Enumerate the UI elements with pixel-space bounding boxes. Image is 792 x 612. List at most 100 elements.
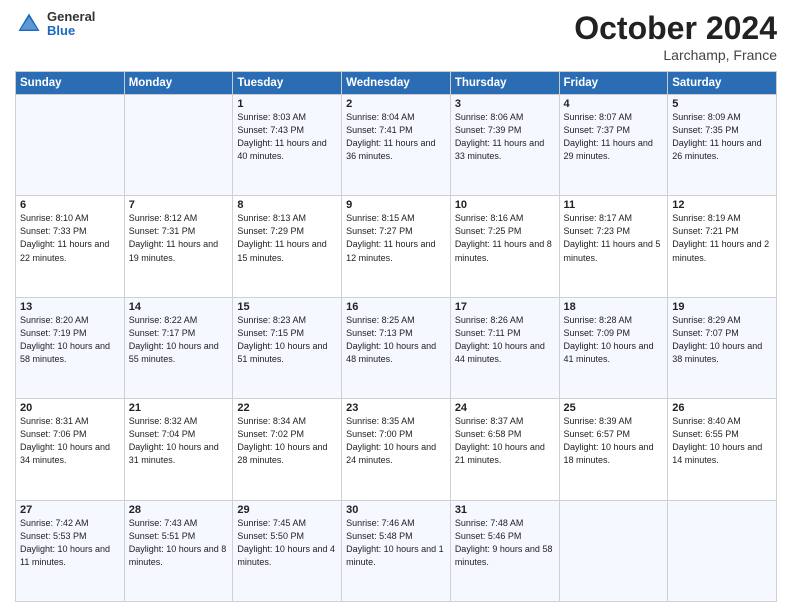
day-info: Sunrise: 8:37 AM Sunset: 6:58 PM Dayligh… [455,415,555,467]
calendar-day-6: 6Sunrise: 8:10 AM Sunset: 7:33 PM Daylig… [16,196,125,297]
calendar-day-21: 21Sunrise: 8:32 AM Sunset: 7:04 PM Dayli… [124,399,233,500]
calendar-day-15: 15Sunrise: 8:23 AM Sunset: 7:15 PM Dayli… [233,297,342,398]
day-number: 15 [237,301,337,313]
day-info: Sunrise: 8:06 AM Sunset: 7:39 PM Dayligh… [455,111,555,163]
day-info: Sunrise: 8:28 AM Sunset: 7:09 PM Dayligh… [564,314,664,366]
calendar-day-17: 17Sunrise: 8:26 AM Sunset: 7:11 PM Dayli… [450,297,559,398]
day-number: 9 [346,199,446,211]
day-info: Sunrise: 8:39 AM Sunset: 6:57 PM Dayligh… [564,415,664,467]
day-info: Sunrise: 8:35 AM Sunset: 7:00 PM Dayligh… [346,415,446,467]
calendar-day-11: 11Sunrise: 8:17 AM Sunset: 7:23 PM Dayli… [559,196,668,297]
calendar-day-31: 31Sunrise: 7:48 AM Sunset: 5:46 PM Dayli… [450,500,559,601]
day-number: 1 [237,98,337,110]
day-info: Sunrise: 8:25 AM Sunset: 7:13 PM Dayligh… [346,314,446,366]
day-number: 6 [20,199,120,211]
day-info: Sunrise: 7:46 AM Sunset: 5:48 PM Dayligh… [346,517,446,569]
calendar-day-10: 10Sunrise: 8:16 AM Sunset: 7:25 PM Dayli… [450,196,559,297]
day-info: Sunrise: 8:17 AM Sunset: 7:23 PM Dayligh… [564,212,664,264]
calendar-day-3: 3Sunrise: 8:06 AM Sunset: 7:39 PM Daylig… [450,95,559,196]
day-info: Sunrise: 8:34 AM Sunset: 7:02 PM Dayligh… [237,415,337,467]
day-info: Sunrise: 8:13 AM Sunset: 7:29 PM Dayligh… [237,212,337,264]
calendar-day-23: 23Sunrise: 8:35 AM Sunset: 7:00 PM Dayli… [342,399,451,500]
day-info: Sunrise: 8:23 AM Sunset: 7:15 PM Dayligh… [237,314,337,366]
calendar-header-row: SundayMondayTuesdayWednesdayThursdayFrid… [16,72,777,95]
day-header-wednesday: Wednesday [342,72,451,95]
day-info: Sunrise: 8:16 AM Sunset: 7:25 PM Dayligh… [455,212,555,264]
location: Larchamp, France [574,47,777,63]
day-number: 14 [129,301,229,313]
logo-blue-text: Blue [47,24,95,38]
day-number: 23 [346,402,446,414]
calendar-day-5: 5Sunrise: 8:09 AM Sunset: 7:35 PM Daylig… [668,95,777,196]
day-header-monday: Monday [124,72,233,95]
calendar-day-1: 1Sunrise: 8:03 AM Sunset: 7:43 PM Daylig… [233,95,342,196]
calendar-day-8: 8Sunrise: 8:13 AM Sunset: 7:29 PM Daylig… [233,196,342,297]
calendar-day-7: 7Sunrise: 8:12 AM Sunset: 7:31 PM Daylig… [124,196,233,297]
day-number: 16 [346,301,446,313]
calendar-day-12: 12Sunrise: 8:19 AM Sunset: 7:21 PM Dayli… [668,196,777,297]
logo: General Blue [15,10,95,39]
calendar-table: SundayMondayTuesdayWednesdayThursdayFrid… [15,71,777,602]
calendar-day-28: 28Sunrise: 7:43 AM Sunset: 5:51 PM Dayli… [124,500,233,601]
day-info: Sunrise: 7:43 AM Sunset: 5:51 PM Dayligh… [129,517,229,569]
page-header: General Blue October 2024 Larchamp, Fran… [15,10,777,63]
calendar-day-18: 18Sunrise: 8:28 AM Sunset: 7:09 PM Dayli… [559,297,668,398]
day-number: 11 [564,199,664,211]
calendar-day-14: 14Sunrise: 8:22 AM Sunset: 7:17 PM Dayli… [124,297,233,398]
day-info: Sunrise: 8:03 AM Sunset: 7:43 PM Dayligh… [237,111,337,163]
day-number: 5 [672,98,772,110]
calendar-day-22: 22Sunrise: 8:34 AM Sunset: 7:02 PM Dayli… [233,399,342,500]
calendar-empty-cell [124,95,233,196]
day-info: Sunrise: 8:29 AM Sunset: 7:07 PM Dayligh… [672,314,772,366]
day-number: 7 [129,199,229,211]
calendar-day-24: 24Sunrise: 8:37 AM Sunset: 6:58 PM Dayli… [450,399,559,500]
day-info: Sunrise: 8:19 AM Sunset: 7:21 PM Dayligh… [672,212,772,264]
day-number: 13 [20,301,120,313]
day-info: Sunrise: 7:48 AM Sunset: 5:46 PM Dayligh… [455,517,555,569]
calendar-day-4: 4Sunrise: 8:07 AM Sunset: 7:37 PM Daylig… [559,95,668,196]
calendar-day-30: 30Sunrise: 7:46 AM Sunset: 5:48 PM Dayli… [342,500,451,601]
calendar-day-13: 13Sunrise: 8:20 AM Sunset: 7:19 PM Dayli… [16,297,125,398]
day-number: 24 [455,402,555,414]
calendar-day-29: 29Sunrise: 7:45 AM Sunset: 5:50 PM Dayli… [233,500,342,601]
day-number: 28 [129,504,229,516]
logo-general-text: General [47,10,95,24]
day-number: 21 [129,402,229,414]
day-info: Sunrise: 8:40 AM Sunset: 6:55 PM Dayligh… [672,415,772,467]
day-info: Sunrise: 8:31 AM Sunset: 7:06 PM Dayligh… [20,415,120,467]
day-info: Sunrise: 8:04 AM Sunset: 7:41 PM Dayligh… [346,111,446,163]
day-number: 20 [20,402,120,414]
calendar-week-row: 6Sunrise: 8:10 AM Sunset: 7:33 PM Daylig… [16,196,777,297]
day-number: 26 [672,402,772,414]
calendar-day-9: 9Sunrise: 8:15 AM Sunset: 7:27 PM Daylig… [342,196,451,297]
calendar-week-row: 20Sunrise: 8:31 AM Sunset: 7:06 PM Dayli… [16,399,777,500]
calendar-week-row: 1Sunrise: 8:03 AM Sunset: 7:43 PM Daylig… [16,95,777,196]
calendar-day-2: 2Sunrise: 8:04 AM Sunset: 7:41 PM Daylig… [342,95,451,196]
day-number: 8 [237,199,337,211]
day-info: Sunrise: 8:22 AM Sunset: 7:17 PM Dayligh… [129,314,229,366]
day-info: Sunrise: 8:09 AM Sunset: 7:35 PM Dayligh… [672,111,772,163]
day-info: Sunrise: 8:15 AM Sunset: 7:27 PM Dayligh… [346,212,446,264]
day-number: 31 [455,504,555,516]
day-info: Sunrise: 7:45 AM Sunset: 5:50 PM Dayligh… [237,517,337,569]
day-number: 29 [237,504,337,516]
day-info: Sunrise: 8:20 AM Sunset: 7:19 PM Dayligh… [20,314,120,366]
day-info: Sunrise: 7:42 AM Sunset: 5:53 PM Dayligh… [20,517,120,569]
calendar-day-27: 27Sunrise: 7:42 AM Sunset: 5:53 PM Dayli… [16,500,125,601]
day-info: Sunrise: 8:12 AM Sunset: 7:31 PM Dayligh… [129,212,229,264]
day-number: 18 [564,301,664,313]
day-number: 17 [455,301,555,313]
title-block: October 2024 Larchamp, France [574,10,777,63]
day-number: 27 [20,504,120,516]
day-header-thursday: Thursday [450,72,559,95]
calendar-day-16: 16Sunrise: 8:25 AM Sunset: 7:13 PM Dayli… [342,297,451,398]
calendar-week-row: 13Sunrise: 8:20 AM Sunset: 7:19 PM Dayli… [16,297,777,398]
day-number: 2 [346,98,446,110]
day-number: 4 [564,98,664,110]
calendar-empty-cell [668,500,777,601]
day-number: 22 [237,402,337,414]
calendar-day-19: 19Sunrise: 8:29 AM Sunset: 7:07 PM Dayli… [668,297,777,398]
logo-icon [15,10,43,38]
day-header-sunday: Sunday [16,72,125,95]
calendar-empty-cell [16,95,125,196]
